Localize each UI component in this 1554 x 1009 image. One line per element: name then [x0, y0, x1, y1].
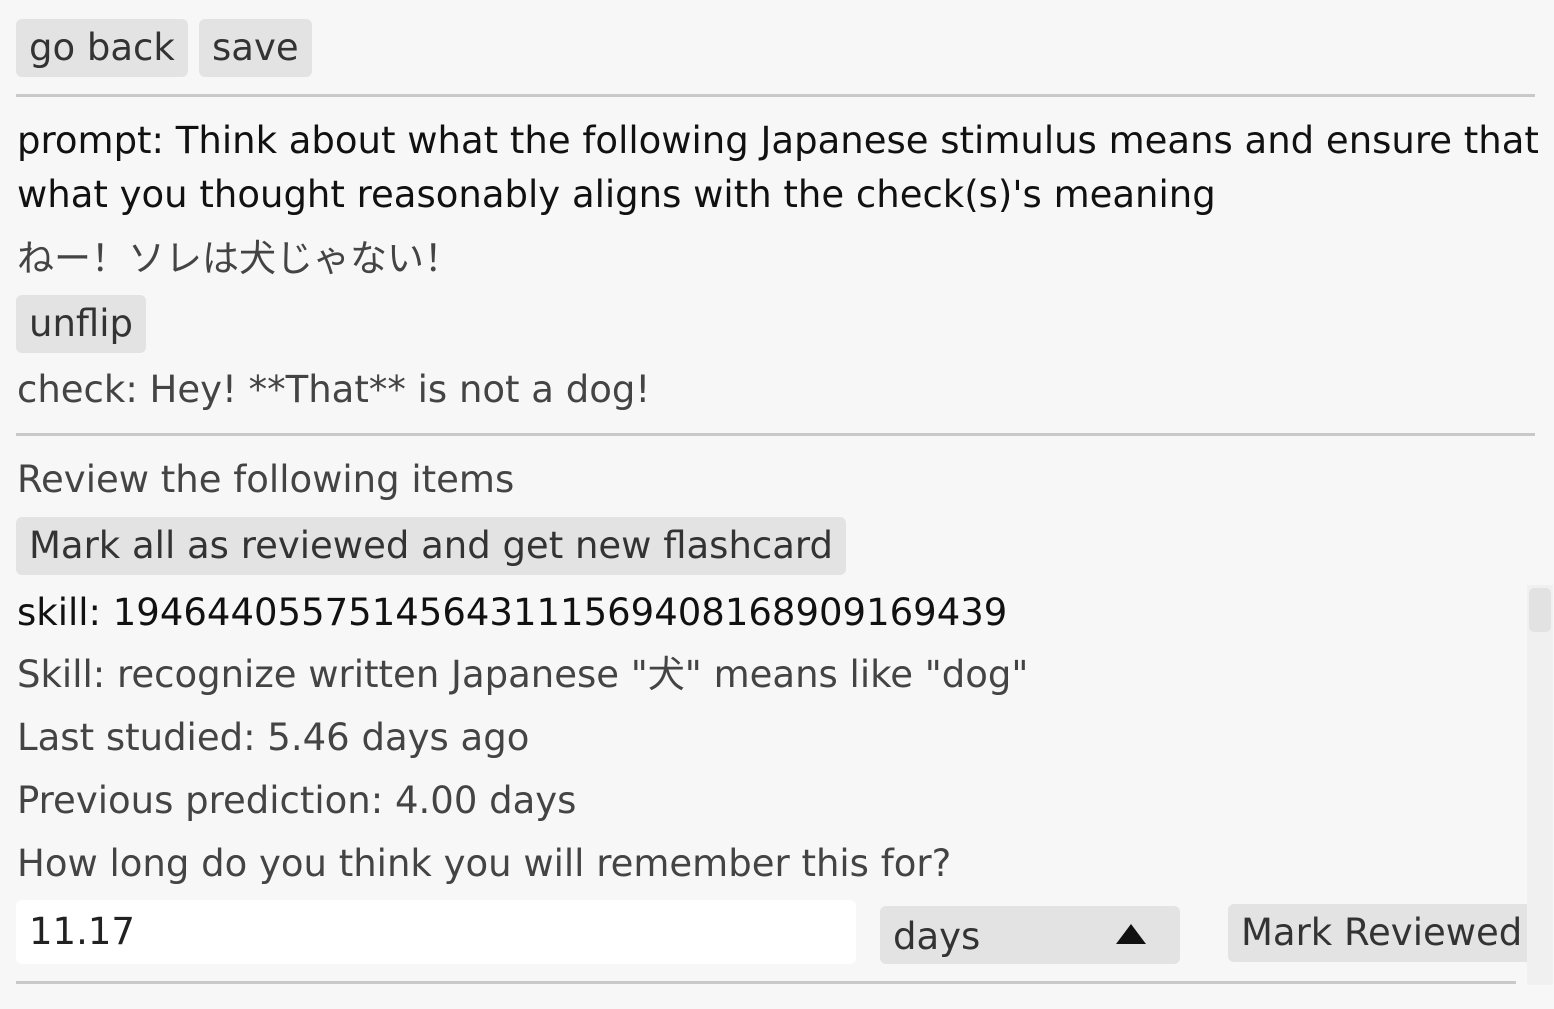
duration-input[interactable]: 11.17: [16, 900, 856, 964]
go-back-button[interactable]: go back: [16, 19, 188, 77]
check-text: check: Hey! **That** is not a dog!: [17, 368, 651, 411]
remember-question: How long do you think you will remember …: [17, 842, 952, 885]
triangle-up-icon: [1116, 924, 1146, 944]
unit-select[interactable]: days: [880, 906, 1180, 964]
review-heading: Review the following items: [17, 458, 515, 501]
flashcard-review-page: go back save prompt: Think about what th…: [0, 0, 1554, 1009]
skill-description: Skill: recognize written Japanese "犬" me…: [17, 653, 1029, 696]
unit-select-value: days: [893, 915, 981, 958]
last-studied: Last studied: 5.46 days ago: [17, 716, 530, 759]
save-button[interactable]: save: [199, 19, 312, 77]
previous-prediction: Previous prediction: 4.00 days: [17, 779, 577, 822]
unflip-button[interactable]: unflip: [16, 295, 146, 353]
prompt-text-line-2: what you thought reasonably aligns with …: [17, 173, 1216, 216]
stimulus-text: ねー！ソレは犬じゃない！: [17, 237, 461, 280]
mark-reviewed-button[interactable]: Mark Reviewed: [1228, 904, 1536, 962]
divider: [16, 433, 1535, 436]
prompt-text-line-1: prompt: Think about what the following J…: [17, 119, 1539, 162]
mark-all-reviewed-button[interactable]: Mark all as reviewed and get new flashca…: [16, 517, 846, 575]
scrollbar-track[interactable]: [1527, 585, 1553, 985]
scrollbar-thumb[interactable]: [1529, 588, 1551, 632]
divider: [16, 981, 1516, 984]
skill-id: skill: 194644055751456431115694081689091…: [17, 591, 1008, 634]
divider: [16, 94, 1535, 97]
